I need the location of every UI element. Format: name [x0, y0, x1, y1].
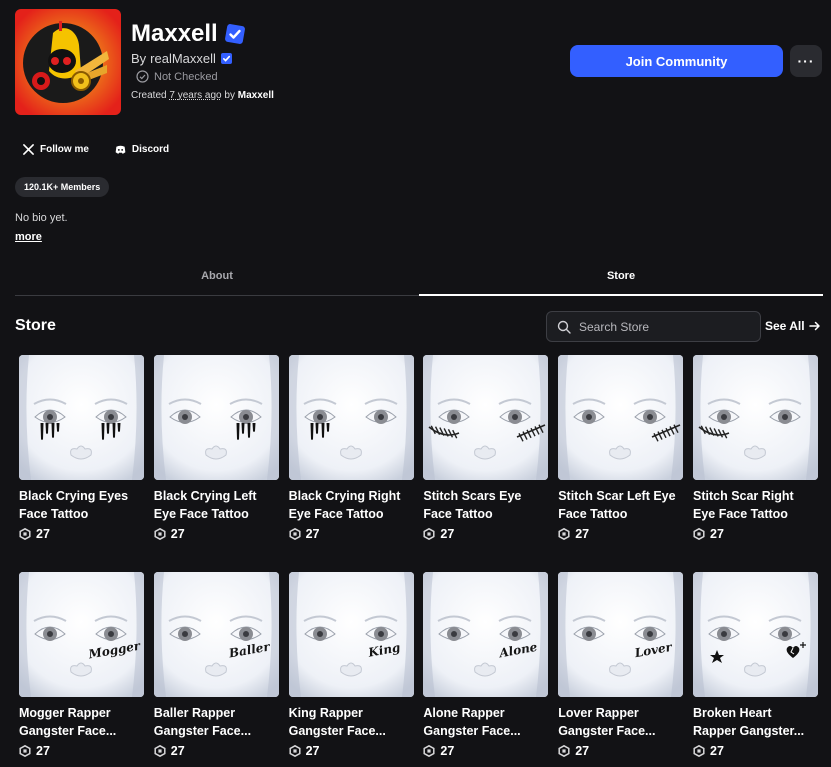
- item-thumbnail[interactable]: [153, 355, 279, 480]
- members-count-badge: 120.1K+ Members: [15, 177, 110, 197]
- discord-link[interactable]: Discord: [107, 137, 177, 161]
- tab-about[interactable]: About: [15, 257, 419, 295]
- item-price: 27: [423, 527, 548, 541]
- see-all-link[interactable]: See All: [765, 319, 821, 333]
- item-price: 27: [19, 744, 144, 758]
- arrow-right-icon: [808, 321, 820, 331]
- store-item[interactable]: Black Crying Right Eye Face Tattoo 27: [288, 355, 414, 541]
- item-price: 27: [558, 744, 683, 758]
- robux-icon: [154, 528, 166, 540]
- store-item[interactable]: Black Crying Left Eye Face Tattoo 27: [153, 355, 279, 541]
- robux-icon: [558, 745, 570, 757]
- item-price: 27: [558, 527, 683, 541]
- store-item[interactable]: King King Rapper Gangster Face... 27: [288, 572, 414, 758]
- robux-icon: [423, 745, 435, 757]
- item-price: 27: [154, 744, 279, 758]
- owner-prefix: By: [131, 51, 147, 66]
- item-price: 27: [154, 527, 279, 541]
- item-price: 27: [693, 527, 818, 541]
- item-name[interactable]: Black Crying Eyes Face Tattoo: [19, 487, 144, 523]
- item-thumbnail[interactable]: [423, 355, 549, 480]
- created-info: Created 7 years ago by Maxxell: [131, 90, 274, 101]
- robux-icon: [558, 528, 570, 540]
- item-thumbnail[interactable]: [693, 355, 818, 480]
- item-thumbnail[interactable]: [558, 355, 684, 480]
- join-community-button[interactable]: Join Community: [570, 45, 783, 77]
- created-date: 7 years ago: [169, 90, 222, 101]
- item-thumbnail[interactable]: Alone: [423, 572, 549, 697]
- item-price: 27: [423, 744, 548, 758]
- item-name[interactable]: Black Crying Right Eye Face Tattoo: [289, 487, 414, 523]
- store-heading: Store: [15, 317, 56, 334]
- group-header: Maxxell By realMaxxell Not Checked Creat…: [0, 0, 831, 125]
- item-price: 27: [289, 527, 414, 541]
- store-item[interactable]: Stitch Scar Left Eye Face Tattoo 27: [558, 355, 684, 541]
- item-name[interactable]: Stitch Scar Left Eye Face Tattoo: [558, 487, 683, 523]
- item-name[interactable]: Broken Heart Rapper Gangster...: [693, 704, 818, 740]
- item-thumbnail[interactable]: Baller: [153, 572, 279, 697]
- item-price: 27: [19, 527, 144, 541]
- owner-link[interactable]: realMaxxell: [150, 51, 216, 66]
- search-icon: [557, 320, 571, 334]
- store-item[interactable]: Stitch Scars Eye Face Tattoo 27: [423, 355, 549, 541]
- item-name[interactable]: Black Crying Left Eye Face Tattoo: [154, 487, 279, 523]
- item-name[interactable]: Mogger Rapper Gangster Face...: [19, 704, 144, 740]
- group-bio: No bio yet.: [15, 212, 68, 224]
- item-name[interactable]: King Rapper Gangster Face...: [289, 704, 414, 740]
- search-store-box[interactable]: [546, 311, 761, 342]
- robux-icon: [19, 745, 31, 757]
- group-logo: [15, 9, 121, 115]
- discord-icon: [115, 145, 126, 154]
- item-price: 27: [693, 744, 818, 758]
- tab-store[interactable]: Store: [419, 257, 823, 296]
- robux-icon: [19, 528, 31, 540]
- robux-icon: [693, 528, 705, 540]
- store-item[interactable]: Lover Lover Rapper Gangster Face... 27: [558, 572, 684, 758]
- item-price: 27: [289, 744, 414, 758]
- not-checked-icon: [136, 70, 149, 83]
- item-thumbnail[interactable]: [693, 572, 818, 697]
- social-links: Follow me Discord: [15, 137, 177, 161]
- robux-icon: [154, 745, 166, 757]
- store-item[interactable]: Stitch Scar Right Eye Face Tattoo 27: [693, 355, 818, 541]
- robux-icon: [289, 745, 301, 757]
- item-name[interactable]: Lover Rapper Gangster Face...: [558, 704, 683, 740]
- store-item[interactable]: Mogger Mogger Rapper Gangster Face... 27: [19, 572, 144, 758]
- verified-badge-icon: [220, 52, 233, 65]
- item-name[interactable]: Alone Rapper Gangster Face...: [423, 704, 548, 740]
- robux-icon: [693, 745, 705, 757]
- search-input[interactable]: [579, 319, 749, 334]
- item-name[interactable]: Baller Rapper Gangster Face...: [154, 704, 279, 740]
- store-item[interactable]: Alone Alone Rapper Gangster Face... 27: [423, 572, 549, 758]
- tab-bar: About Store: [15, 257, 823, 296]
- item-name[interactable]: Stitch Scar Right Eye Face Tattoo: [693, 487, 818, 523]
- item-name[interactable]: Stitch Scars Eye Face Tattoo: [423, 487, 548, 523]
- creator-link[interactable]: Maxxell: [238, 90, 274, 101]
- item-thumbnail[interactable]: Mogger: [19, 572, 144, 697]
- bio-more-link[interactable]: more: [15, 231, 42, 243]
- x-icon: [23, 143, 34, 155]
- verified-badge-icon: [224, 23, 246, 45]
- follow-me-link[interactable]: Follow me: [15, 137, 97, 161]
- more-options-button[interactable]: ···: [790, 45, 822, 77]
- store-item[interactable]: Black Crying Eyes Face Tattoo 27: [19, 355, 144, 541]
- group-title: Maxxell: [131, 20, 218, 47]
- item-thumbnail[interactable]: [19, 355, 144, 480]
- item-thumbnail[interactable]: King: [288, 572, 414, 697]
- item-thumbnail[interactable]: [288, 355, 414, 480]
- item-thumbnail[interactable]: Lover: [558, 572, 684, 697]
- robux-icon: [289, 528, 301, 540]
- robux-icon: [423, 528, 435, 540]
- store-item[interactable]: Baller Baller Rapper Gangster Face... 27: [153, 572, 279, 758]
- store-item[interactable]: Broken Heart Rapper Gangster... 27: [693, 572, 818, 758]
- status-badge: Not Checked: [154, 70, 218, 83]
